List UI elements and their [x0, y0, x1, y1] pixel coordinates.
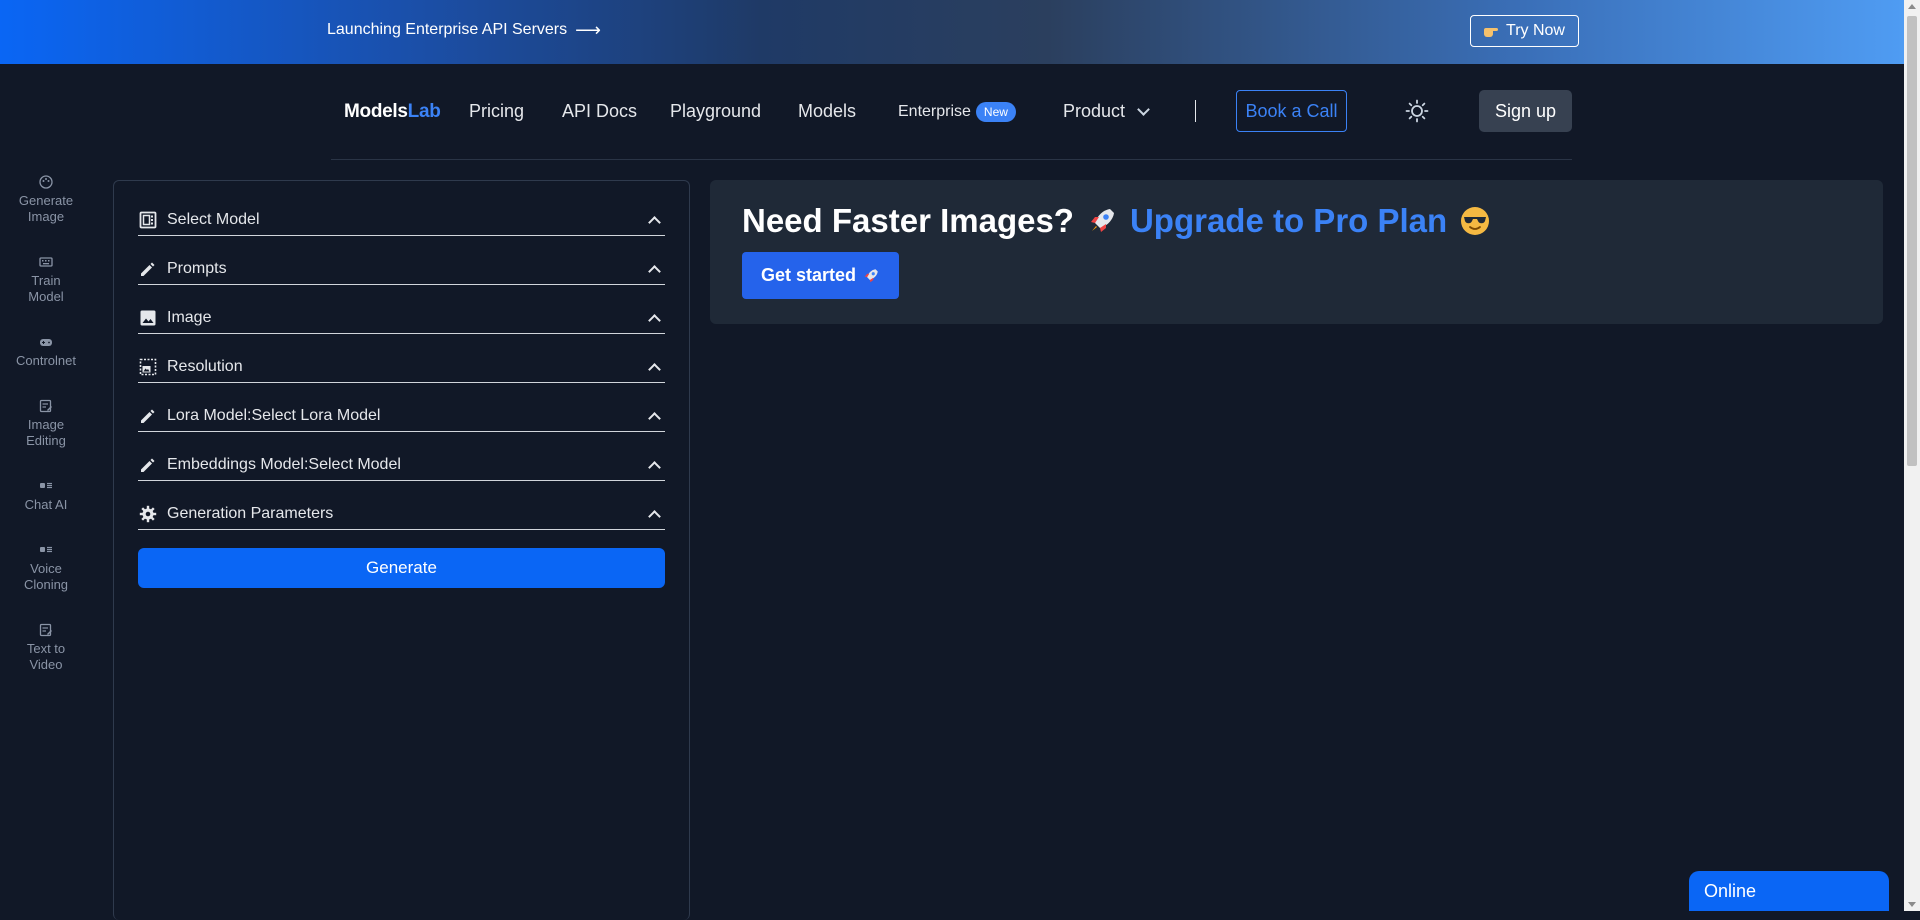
nav-enterprise[interactable]: Enterprise New	[898, 102, 1016, 122]
accordion-label: Generation Parameters	[167, 505, 334, 522]
sidebar-item-label: Text to	[26, 641, 66, 656]
sidebar-item-label: Chat AI	[24, 497, 68, 512]
chevron-up-icon	[648, 509, 661, 523]
announcement-text: Launching Enterprise API Servers	[327, 21, 568, 38]
promo-headline-text: Need Faster Images?	[742, 202, 1074, 239]
model-select-icon	[139, 211, 157, 229]
accordion-embeddings-model[interactable]: Embeddings Model:Select Model	[138, 450, 665, 481]
sidebar-item-label: Video	[29, 657, 63, 672]
sidebar-item-chat-ai[interactable]: Chat AI	[0, 479, 92, 513]
nav-playground[interactable]: Playground	[670, 101, 761, 122]
nav-product-dropdown[interactable]: Product	[1063, 101, 1150, 122]
rocket-icon	[864, 268, 878, 282]
scroll-up-arrow-icon[interactable]	[1908, 4, 1916, 9]
page-scrollbar[interactable]	[1904, 0, 1920, 911]
sidebar-item-label: Image	[27, 209, 65, 224]
top-navigation: ModelsLab Pricing API Docs Playground Mo…	[331, 64, 1572, 160]
accordion-prompts[interactable]: Prompts	[138, 254, 665, 285]
sidebar-item-generate-image[interactable]: Generate Image	[0, 175, 92, 225]
accordion-image[interactable]: Image	[138, 303, 665, 334]
sidebar-item-train-model[interactable]: Train Model	[0, 255, 92, 305]
accordion-label: Resolution	[167, 358, 243, 375]
keyboard-icon	[39, 257, 53, 267]
gamepad-icon	[40, 339, 52, 346]
chevron-up-icon	[648, 313, 661, 327]
pencil-icon	[141, 262, 155, 276]
sidebar-item-label: Editing	[26, 433, 66, 448]
accordion-label: Image	[167, 309, 212, 326]
enterprise-label: Enterprise	[898, 103, 971, 120]
sidebar-item-label: Cloning	[23, 577, 69, 592]
try-now-label: Try Now	[1506, 22, 1565, 39]
scrollbar-thumb[interactable]	[1907, 16, 1917, 466]
get-started-button[interactable]: Get started	[742, 252, 899, 299]
accordion-label: Embeddings Model:Select Model	[167, 456, 401, 473]
sign-up-button[interactable]: Sign up	[1479, 90, 1572, 132]
sidebar-item-text-to-video[interactable]: Text to Video	[0, 623, 92, 673]
edit-note-icon	[39, 399, 52, 413]
chat-status-label: Online	[1704, 880, 1757, 901]
sidebar-item-label: Model	[28, 289, 64, 304]
nav-pricing[interactable]: Pricing	[469, 101, 524, 122]
image-icon	[140, 310, 156, 326]
generate-button[interactable]: Generate	[138, 548, 665, 588]
try-now-button[interactable]: Try Now	[1470, 15, 1579, 47]
nav-models[interactable]: Models	[798, 101, 856, 122]
edit-note-icon	[39, 623, 52, 637]
sidebar-item-image-editing[interactable]: Image Editing	[0, 399, 92, 449]
chat-widget-online[interactable]: Online	[1689, 871, 1889, 911]
upgrade-link[interactable]: Upgrade to Pro Plan	[1130, 202, 1447, 240]
scroll-down-arrow-icon[interactable]	[1908, 902, 1916, 907]
accordion-label: Select Model	[167, 211, 260, 228]
chevron-up-icon	[648, 264, 661, 278]
pointing-hand-icon	[1484, 25, 1499, 37]
promo-headline: Need Faster Images? Upgrade to Pro Plan	[742, 202, 1491, 240]
nav-divider	[1195, 100, 1196, 122]
palette-icon	[39, 175, 53, 189]
accordion-label: Prompts	[167, 260, 227, 277]
accordion-select-model[interactable]: Select Model	[138, 205, 665, 236]
upgrade-promo-card: Need Faster Images? Upgrade to Pro Plan …	[710, 180, 1883, 324]
product-label: Product	[1063, 101, 1126, 121]
gear-icon	[139, 505, 157, 523]
resolution-icon	[139, 358, 157, 376]
nav-api-docs[interactable]: API Docs	[562, 101, 637, 122]
logo-accent-text: Lab	[407, 101, 441, 122]
accordion-generation-parameters[interactable]: Generation Parameters	[138, 499, 665, 530]
get-started-label: Get started	[760, 265, 857, 285]
chevron-up-icon	[648, 362, 661, 376]
accordion-resolution[interactable]: Resolution	[138, 352, 665, 383]
announcement-banner: Launching Enterprise API Servers ⟶ Try N…	[0, 0, 1904, 64]
theme-toggle-sun-icon[interactable]	[1405, 99, 1429, 123]
rocket-icon	[1090, 209, 1114, 232]
arrow-right-icon: ⟶	[575, 20, 601, 40]
chat-icon	[40, 482, 52, 489]
sidebar-item-label: Image	[27, 417, 65, 432]
logo-text: Models	[344, 101, 408, 122]
accordion-lora-model[interactable]: Lora Model:Select Lora Model	[138, 401, 665, 432]
chevron-up-icon	[648, 460, 661, 474]
chevron-down-icon	[1137, 102, 1150, 116]
sidebar-item-label: Voice	[30, 561, 62, 576]
sidebar-item-label: Train	[31, 273, 61, 288]
chevron-up-icon	[648, 215, 661, 229]
announcement-link[interactable]: Launching Enterprise API Servers ⟶	[327, 21, 601, 39]
pencil-icon	[141, 458, 155, 472]
logo[interactable]: ModelsLab	[344, 101, 441, 123]
sidebar-item-label: Controlnet	[16, 353, 76, 368]
pencil-icon	[141, 409, 155, 423]
book-call-button[interactable]: Book a Call	[1236, 90, 1347, 132]
generation-form-panel: Select Model Prompts Image Resolution Lo…	[113, 180, 690, 920]
voice-icon	[40, 546, 52, 553]
sidebar-item-controlnet[interactable]: Controlnet	[0, 335, 92, 369]
accordion-label: Lora Model:Select Lora Model	[167, 407, 381, 424]
new-badge: New	[975, 102, 1016, 122]
sidebar-item-voice-cloning[interactable]: Voice Cloning	[0, 543, 92, 593]
chevron-up-icon	[648, 411, 661, 425]
sidebar-item-label: Generate	[18, 193, 74, 208]
cool-face-icon	[1461, 207, 1490, 235]
